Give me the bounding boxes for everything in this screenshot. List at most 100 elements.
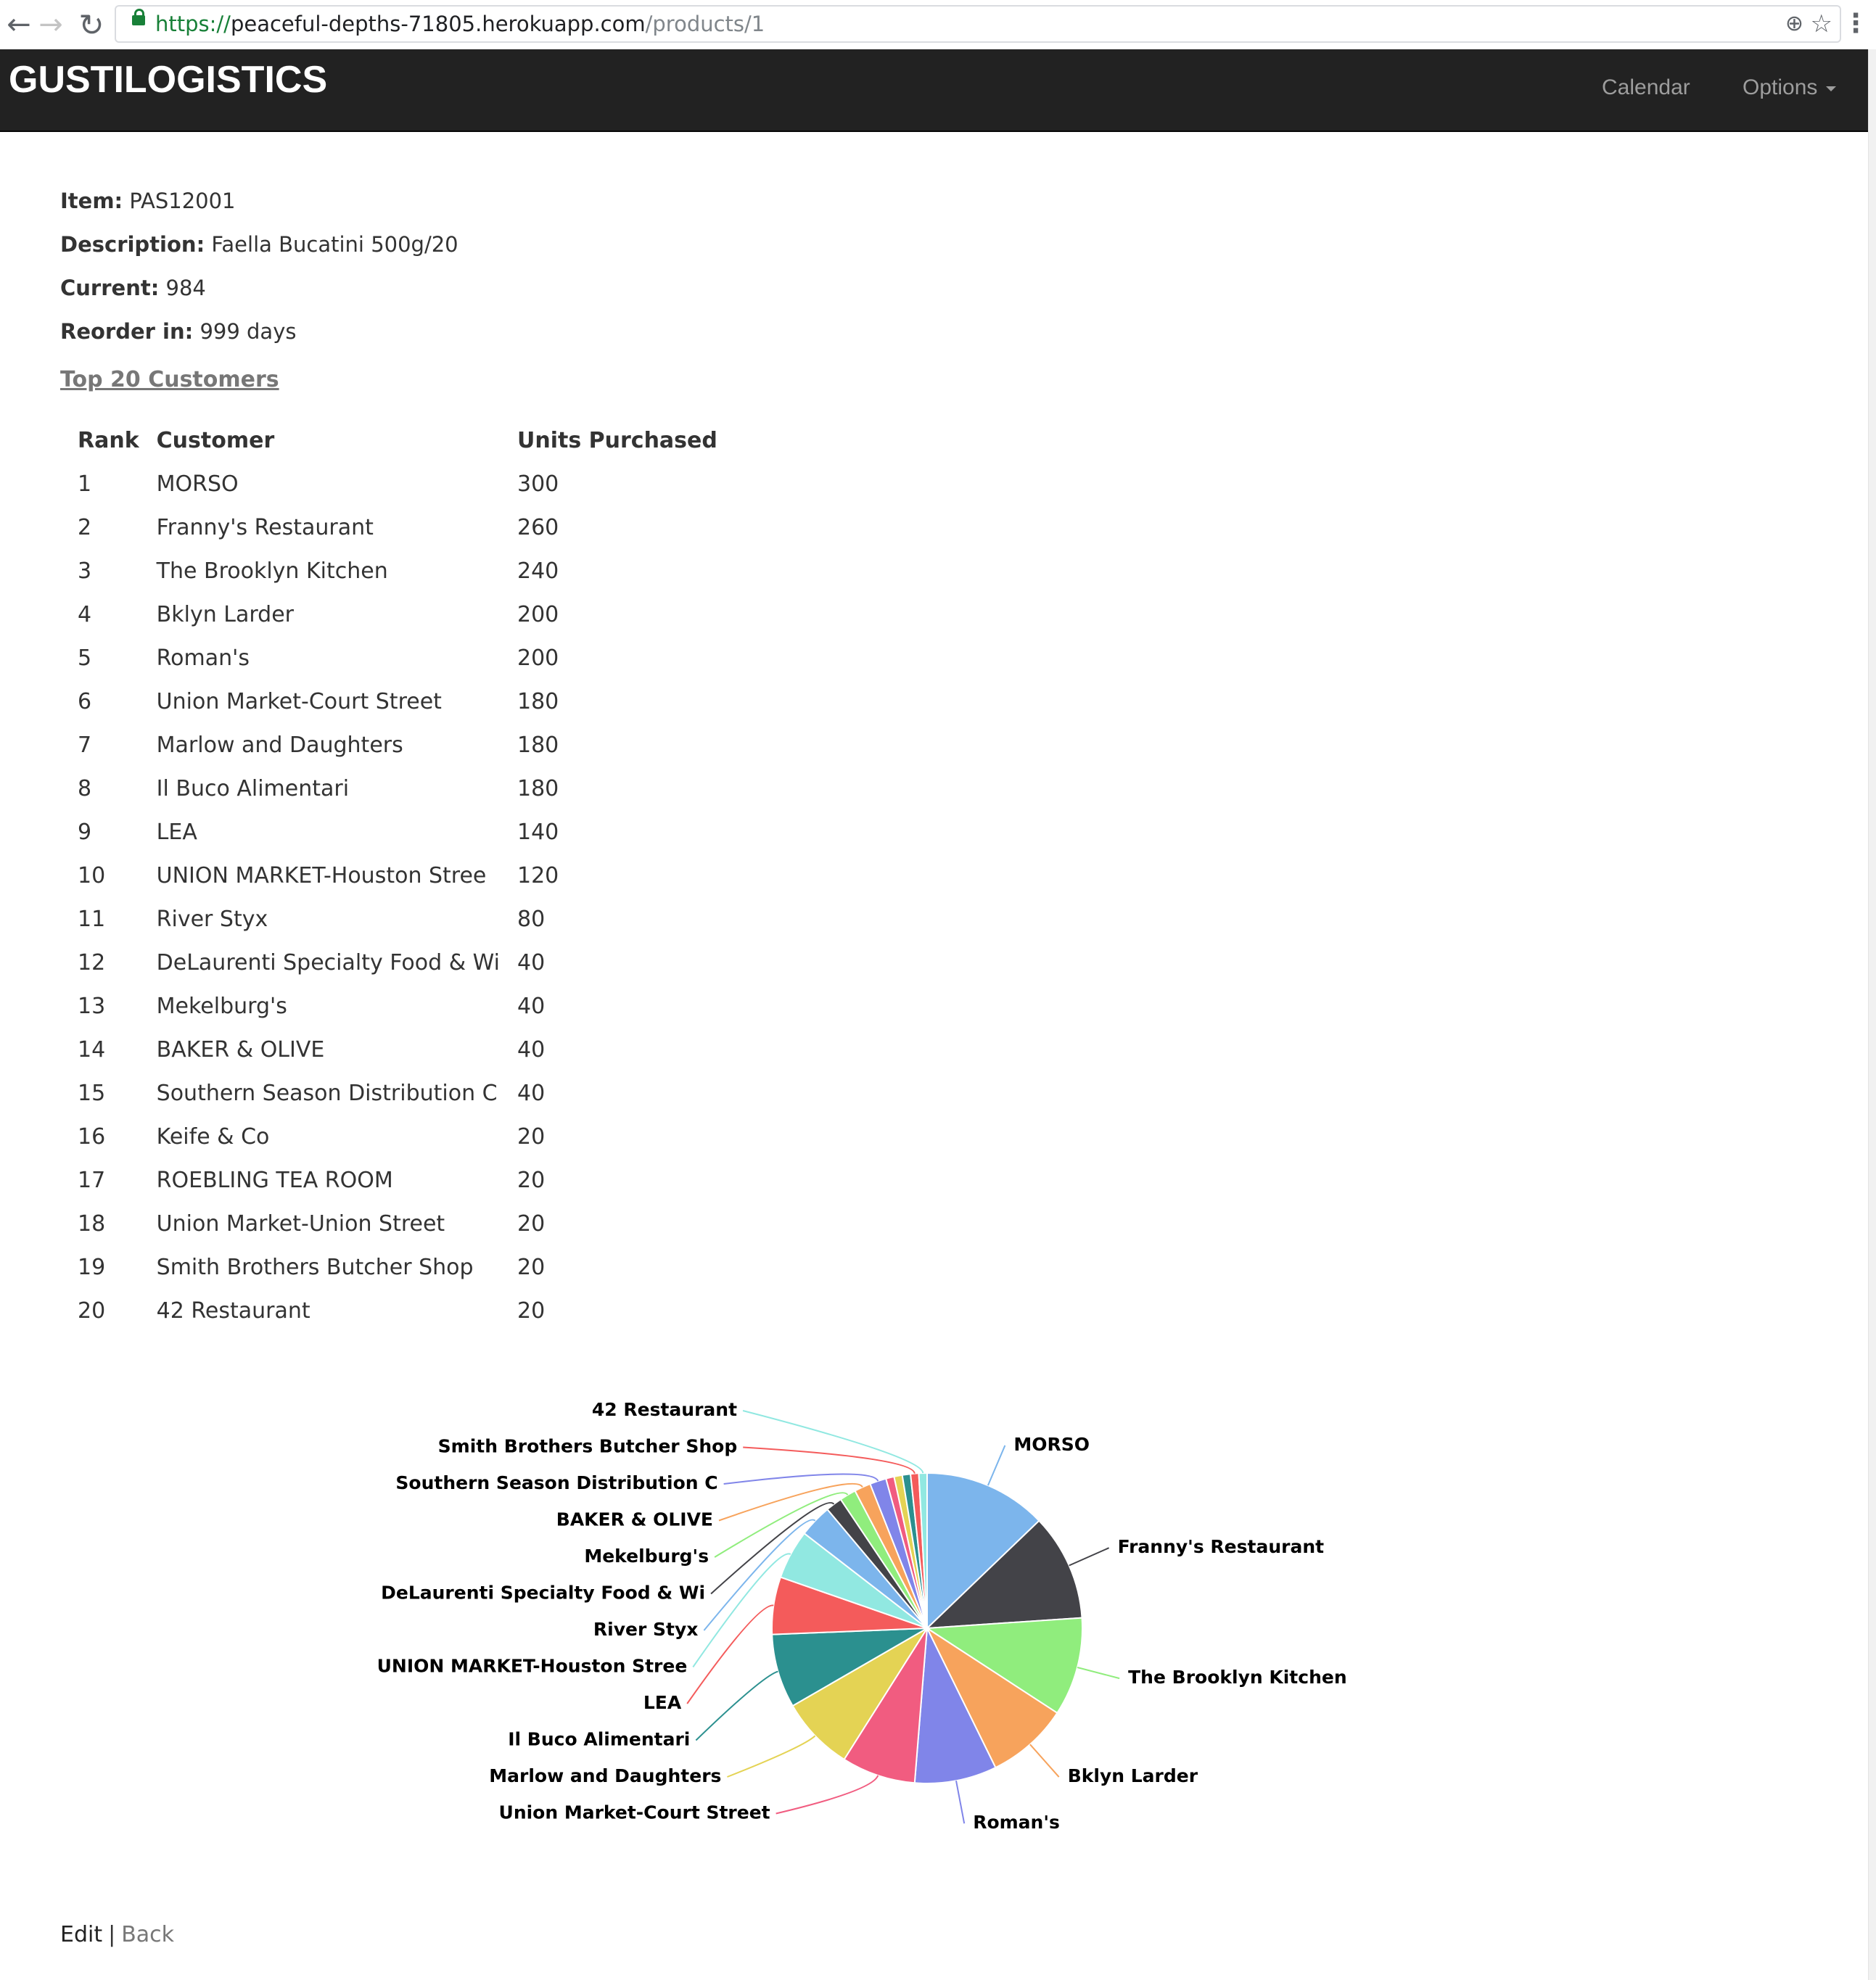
pie-slice-label: MORSO xyxy=(1013,1434,1090,1455)
browser-menu-icon[interactable]: ⋮ xyxy=(1843,0,1869,49)
rank-cell: 1 xyxy=(78,471,92,497)
edit-link[interactable]: Edit xyxy=(60,1922,102,1947)
units-cell: 180 xyxy=(517,732,559,758)
customer-cell: Mekelburg's xyxy=(156,993,287,1019)
pie-label-connector xyxy=(743,1446,916,1474)
rank-cell: 10 xyxy=(78,862,106,888)
rank-cell: 13 xyxy=(78,993,106,1019)
caret-down-icon xyxy=(1826,86,1837,91)
units-cell: 80 xyxy=(517,906,546,932)
current-row: Current: 984 xyxy=(60,266,458,310)
table-row: 8 Il Buco Alimentari 180 xyxy=(69,767,726,810)
units-cell: 20 xyxy=(517,1167,546,1193)
units-cell: 140 xyxy=(517,819,559,845)
pie-slice-label: The Brooklyn Kitchen xyxy=(1128,1667,1347,1688)
pie-slice-label: UNION MARKET-Houston Stree xyxy=(377,1656,688,1677)
pie-slice-label: Marlow and Daughters xyxy=(489,1765,721,1786)
table-row: 13 Mekelburg's 40 xyxy=(69,984,726,1028)
customer-cell: Union Market-Court Street xyxy=(156,688,442,714)
rank-cell: 4 xyxy=(78,601,92,627)
rank-cell: 11 xyxy=(78,906,106,932)
footer-links: Edit | Back xyxy=(60,1922,174,1947)
rank-cell: 2 xyxy=(78,514,92,540)
customer-cell: Southern Season Distribution C xyxy=(156,1080,498,1106)
nav-calendar-link[interactable]: Calendar xyxy=(1602,75,1690,100)
units-cell: 40 xyxy=(517,1036,546,1063)
back-link[interactable]: Back xyxy=(121,1922,174,1947)
pie-label-connector xyxy=(987,1445,1006,1486)
customer-cell: DeLaurenti Specialty Food & Wi xyxy=(156,949,500,975)
scrollbar-track[interactable] xyxy=(1868,49,1876,1980)
units-cell: 120 xyxy=(517,862,559,888)
bookmark-star-icon[interactable]: ☆ xyxy=(1811,7,1832,41)
url-text[interactable]: https://peaceful-depths-71805.herokuapp.… xyxy=(155,7,765,41)
customer-cell: River Styx xyxy=(156,906,268,932)
customer-cell: UNION MARKET-Houston Stree xyxy=(156,862,487,888)
rank-cell: 14 xyxy=(78,1036,106,1063)
product-details: Item: PAS12001 Description: Faella Bucat… xyxy=(60,179,458,353)
table-row: 9 LEA 140 xyxy=(69,810,726,854)
customers-table: Rank Customer Units Purchased 1 MORSO 300 2… xyxy=(69,418,726,1332)
table-row: 1 MORSO 300 xyxy=(69,462,726,506)
pie-slice-label: Roman's xyxy=(973,1812,1060,1833)
customer-cell: Union Market-Union Street xyxy=(156,1210,445,1237)
zoom-icon[interactable]: ⊕ xyxy=(1785,7,1803,41)
nav-options-dropdown[interactable]: Options xyxy=(1743,75,1837,100)
item-label: Item: xyxy=(60,189,123,213)
reload-icon[interactable]: ↻ xyxy=(73,0,110,49)
rank-cell: 7 xyxy=(78,732,92,758)
pie-slice-label: Franny's Restaurant xyxy=(1118,1536,1325,1557)
reorder-row: Reorder in: 999 days xyxy=(60,310,458,353)
rank-cell: 8 xyxy=(78,775,92,801)
address-bar[interactable]: https://peaceful-depths-71805.herokuapp.… xyxy=(115,5,1841,43)
pie-label-connector xyxy=(1029,1744,1060,1778)
rank-cell: 19 xyxy=(78,1254,106,1280)
customer-cell: Franny's Restaurant xyxy=(156,514,374,540)
customer-cell: LEA xyxy=(156,819,197,845)
customer-cell: 42 Restaurant xyxy=(156,1298,310,1324)
pie-slice-label: Union Market-Court Street xyxy=(499,1802,770,1823)
units-cell: 200 xyxy=(517,601,559,627)
pie-label-connector xyxy=(723,1473,879,1485)
rank-cell: 5 xyxy=(78,645,92,671)
description-label: Description: xyxy=(60,232,205,257)
app-navbar: GUSTILOGISTICS Calendar Options xyxy=(0,49,1868,132)
browser-toolbar: ← → ↻ https://peaceful-depths-71805.hero… xyxy=(0,0,1876,50)
table-row: 11 River Styx 80 xyxy=(69,897,726,941)
units-cell: 200 xyxy=(517,645,559,671)
pie-slice-label: BAKER & OLIVE xyxy=(556,1509,713,1530)
pie-label-connector xyxy=(955,1781,966,1824)
link-separator: | xyxy=(108,1922,116,1947)
reorder-label: Reorder in: xyxy=(60,319,194,344)
rank-cell: 17 xyxy=(78,1167,106,1193)
pie-slice-label: DeLaurenti Specialty Food & Wi xyxy=(381,1583,705,1604)
current-value: 984 xyxy=(165,276,206,300)
rank-cell: 6 xyxy=(78,688,92,714)
units-cell: 20 xyxy=(517,1254,546,1280)
brand-logo[interactable]: GUSTILOGISTICS xyxy=(9,58,327,102)
units-cell: 20 xyxy=(517,1210,546,1237)
pie-label-connector xyxy=(686,1604,774,1704)
rank-cell: 12 xyxy=(78,949,106,975)
rank-cell: 16 xyxy=(78,1123,106,1150)
customer-cell: BAKER & OLIVE xyxy=(156,1036,325,1063)
pie-slice-label: Il Buco Alimentari xyxy=(508,1729,690,1750)
table-row: 20 42 Restaurant 20 xyxy=(69,1289,726,1332)
units-cell: 260 xyxy=(517,514,559,540)
table-row: 18 Union Market-Union Street 20 xyxy=(69,1202,726,1245)
rank-cell: 20 xyxy=(78,1298,106,1324)
pie-chart: MORSO Franny's Restaurant The Brooklyn Kit… xyxy=(377,1399,1347,1833)
pie-slice-label: Bklyn Larder xyxy=(1068,1765,1198,1786)
description-row: Description: Faella Bucatini 500g/20 xyxy=(60,223,458,266)
units-cell: 40 xyxy=(517,1080,546,1106)
table-row: 4 Bklyn Larder 200 xyxy=(69,593,726,636)
pie-slice-label: Southern Season Distribution C xyxy=(395,1472,717,1493)
customer-cell: ROEBLING TEA ROOM xyxy=(156,1167,393,1193)
item-row: Item: PAS12001 xyxy=(60,179,458,223)
pie-slice-label: Mekelburg's xyxy=(584,1546,709,1567)
units-cell: 40 xyxy=(517,949,546,975)
customer-cell: Il Buco Alimentari xyxy=(156,775,350,801)
forward-arrow-icon[interactable]: → xyxy=(32,0,70,49)
top-customers-link[interactable]: Top 20 Customers xyxy=(60,367,279,392)
header-rank: Rank xyxy=(78,427,139,453)
